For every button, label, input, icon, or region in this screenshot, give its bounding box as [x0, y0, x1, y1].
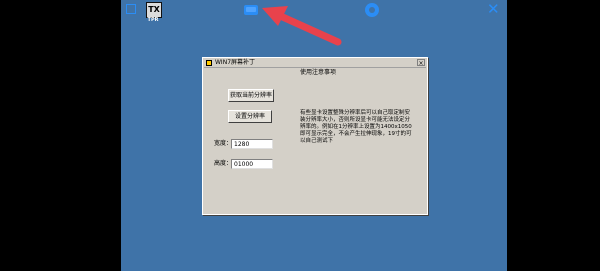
fullscreen-icon[interactable]: [126, 4, 136, 14]
window-app-icon: [206, 60, 212, 66]
window-title: WIN7屏幕补丁: [215, 59, 256, 66]
width-input[interactable]: 1280: [231, 139, 273, 149]
set-resolution-button[interactable]: 设置分辨率: [228, 110, 272, 123]
settings-icon[interactable]: [365, 3, 379, 17]
height-label: 高度：: [214, 160, 233, 167]
window-titlebar: WIN7屏幕补丁 ×: [204, 59, 426, 68]
close-icon[interactable]: ✕: [487, 1, 500, 17]
screen-icon[interactable]: [244, 5, 258, 15]
notes-text: 有些显卡设置整殊分辨率后可以自己取定制安装分辨率大小，否则所设显卡可能无法设定分…: [300, 110, 412, 144]
width-label: 宽度：: [214, 140, 233, 147]
annotation-arrow-icon: [262, 6, 342, 46]
height-input[interactable]: 01000: [231, 159, 273, 169]
desktop-shortcut-label: TPR: [147, 17, 159, 23]
desktop-shortcut[interactable]: TX TPR: [144, 2, 162, 24]
notes-heading: 使用注意事项: [300, 69, 337, 76]
get-resolution-button[interactable]: 获取当前分辨率: [228, 89, 274, 102]
window-close-button[interactable]: ×: [417, 59, 425, 67]
app-icon: TX: [146, 2, 162, 18]
